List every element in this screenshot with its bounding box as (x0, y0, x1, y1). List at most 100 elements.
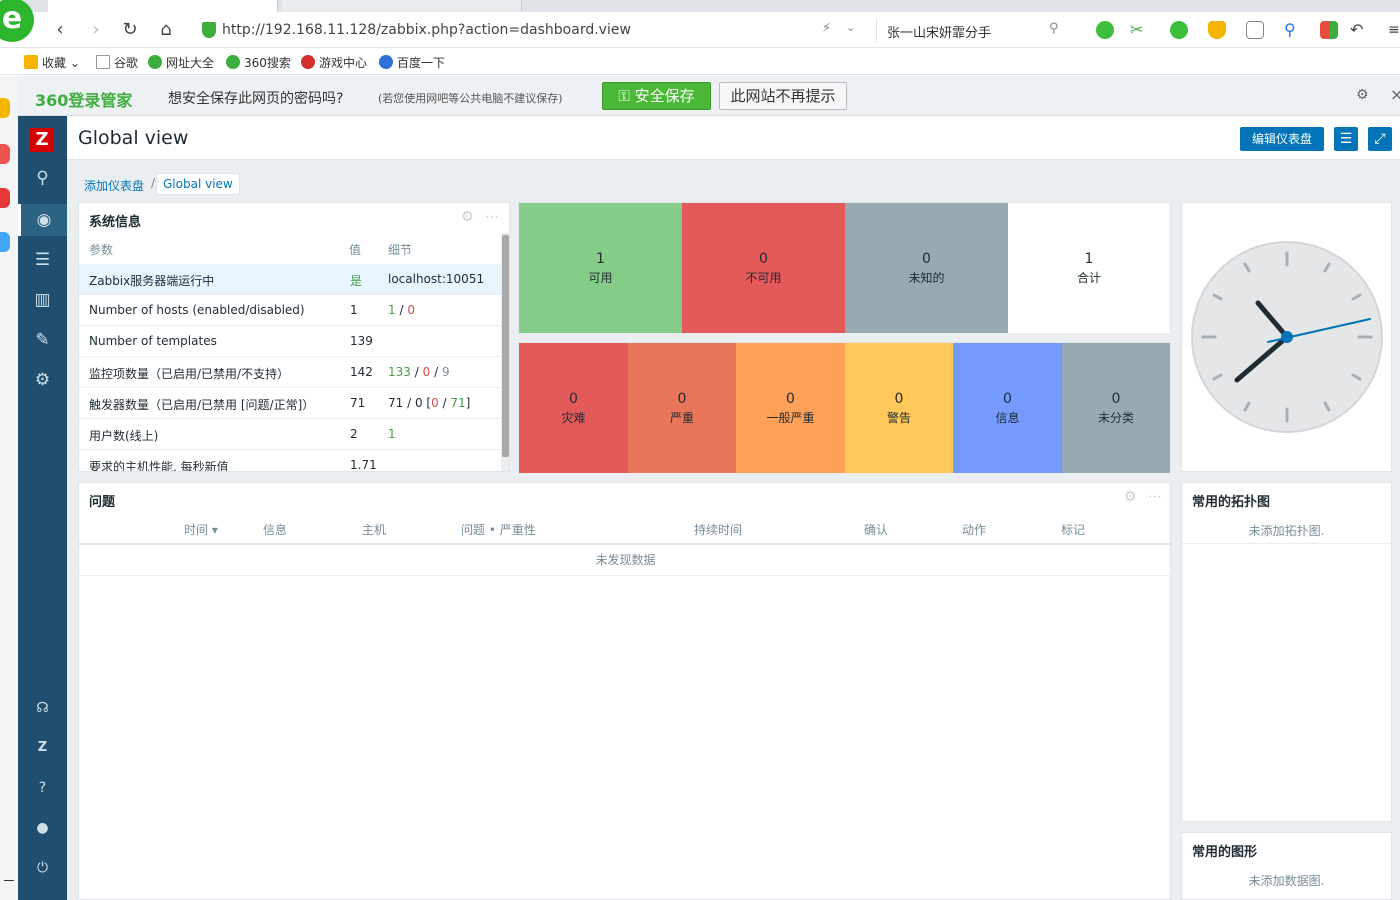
empty-message: 未添加数据图. (1248, 874, 1325, 888)
label: 可用 (588, 271, 613, 285)
favorite-maps-widget: 常用的拓扑图 未添加拓扑图. (1181, 482, 1392, 822)
back-icon[interactable]: ‹ (48, 18, 72, 42)
home-icon[interactable]: ⌂ (154, 18, 178, 42)
severity-high-cell[interactable]: 0 严重 (628, 343, 736, 473)
divider (1182, 543, 1391, 544)
chat-icon[interactable] (0, 232, 10, 252)
count: 0 (759, 251, 768, 267)
bookmark-favorites[interactable]: 收藏 ⌄ (24, 54, 80, 71)
table-row: 监控项数量（已启用/已禁用/不支持） 142 133 / 0 / 9 (79, 357, 501, 388)
support-headset-icon[interactable]: ☊ (18, 692, 67, 724)
magnifier-icon[interactable]: ⚲ (1284, 21, 1302, 39)
analog-clock (1191, 241, 1383, 433)
sidebar-app-icon[interactable] (0, 144, 10, 164)
image-icon[interactable] (1246, 21, 1264, 39)
never-for-site-button[interactable]: 此网站不再提示 (719, 82, 847, 110)
column-header: 信息 (263, 523, 288, 537)
dashboard-list-icon[interactable]: ☰ (1334, 127, 1358, 151)
search-icon[interactable]: ⚲ (1049, 21, 1059, 36)
administration-gear-icon[interactable]: ⚙ (18, 364, 67, 396)
severity-warning-cell[interactable]: 0 警告 (845, 343, 953, 473)
browser-logo-icon: e (0, 0, 34, 42)
edit-dashboard-button[interactable]: 编辑仪表盘 (1240, 127, 1324, 151)
severity-disaster-cell[interactable]: 0 灾难 (519, 343, 628, 473)
zabbix-logo[interactable]: Z (30, 128, 54, 152)
translate-icon[interactable] (1170, 21, 1188, 39)
close-icon[interactable]: × (1390, 85, 1400, 104)
configuration-wrench-icon[interactable]: ✎ (18, 324, 67, 356)
help-icon[interactable]: ? (18, 772, 67, 804)
detail-cell: 133 / 0 / 9 (388, 365, 450, 379)
widget-more-icon[interactable]: ⋯ (485, 209, 499, 225)
star-icon (24, 55, 38, 69)
label: 合计 (1076, 271, 1101, 285)
save-password-button[interactable]: ⚿ 安全保存 (602, 82, 711, 110)
count: 0 (1003, 391, 1012, 407)
bookmark-google[interactable]: 谷歌 (96, 54, 138, 71)
host-unknown-cell[interactable]: 0 未知的 (845, 203, 1008, 333)
game-icon (301, 55, 315, 69)
zabbix-sidebar: Z ⚲ ◉ ☰ ▥ ✎ ⚙ ☊ Z ? ● ⏻ (18, 116, 67, 900)
column-header: 细节 (388, 243, 413, 257)
search-input[interactable]: 张一山宋妍霏分手 (887, 22, 991, 41)
reports-chart-icon[interactable]: ▥ (18, 284, 67, 316)
monitoring-eye-icon[interactable]: ◉ (18, 204, 67, 236)
label: 信息 (995, 411, 1020, 425)
widget-more-icon[interactable]: ⋯ (1148, 489, 1162, 505)
bookmark-directory[interactable]: 网址大全 (148, 54, 214, 71)
table-row: 用户数(线上) 2 1 (79, 419, 501, 450)
bookmark-games[interactable]: 游戏中心 (301, 54, 367, 71)
breadcrumb-current[interactable]: Global view (156, 173, 240, 195)
severity-information-cell[interactable]: 0 信息 (953, 343, 1062, 473)
chevron-down-icon[interactable]: ⌄ (846, 21, 855, 34)
gear-icon[interactable]: ⚙ (1356, 87, 1369, 103)
host-available-cell[interactable]: 1 可用 (519, 203, 682, 333)
severity-not-classified-cell[interactable]: 0 未分类 (1062, 343, 1170, 473)
search-icon[interactable]: ⚲ (18, 162, 67, 194)
sidebar-app-icon[interactable] (0, 98, 10, 118)
value-cell: 是 (350, 274, 363, 288)
lightning-icon[interactable]: ⚡ (822, 21, 831, 36)
severity-average-cell[interactable]: 0 一般严重 (736, 343, 845, 473)
wechat-icon[interactable] (1096, 21, 1114, 39)
table-row: 要求的主机性能, 每秒新值 1.71 (79, 450, 501, 472)
widget-gear-icon[interactable]: ⚙ (1124, 489, 1137, 505)
breadcrumb-parent[interactable]: 添加仪表盘 (84, 177, 144, 194)
bookmark-baidu[interactable]: 百度一下 (379, 54, 445, 71)
secure-shield-icon (202, 22, 216, 38)
host-unavailable-cell[interactable]: 0 不可用 (682, 203, 845, 333)
breadcrumb-separator: / (151, 176, 156, 190)
host-total-cell[interactable]: 1 合计 (1008, 203, 1170, 333)
fullscreen-icon[interactable]: ⤢ (1368, 127, 1392, 151)
undo-icon[interactable]: ↶ (1350, 21, 1368, 39)
menu-icon[interactable]: ≡ (1388, 21, 1400, 39)
share-z-icon[interactable]: Z (18, 732, 67, 764)
detail-cell: localhost:10051 (388, 272, 485, 286)
forward-icon[interactable]: › (84, 18, 108, 42)
inventory-list-icon[interactable]: ☰ (18, 244, 67, 276)
column-header: 主机 (362, 523, 387, 537)
address-bar[interactable]: http://192.168.11.128/zabbix.php?action=… (196, 18, 866, 42)
reload-icon[interactable]: ↻ (118, 18, 142, 42)
problems-by-severity-widget: 0 灾难 0 严重 0 一般严重 0 警告 0 信息 0 未分类 (518, 342, 1171, 473)
scissors-icon[interactable]: ✂ (1130, 21, 1148, 39)
bookmark-360search[interactable]: 360搜索 (226, 54, 291, 71)
browser-tab[interactable] (282, 0, 522, 12)
sign-out-icon[interactable]: ⏻ (18, 852, 67, 884)
apps-icon[interactable] (1320, 21, 1338, 39)
label: 不可用 (745, 271, 782, 285)
user-profile-icon[interactable]: ● (18, 812, 67, 844)
widget-gear-icon[interactable]: ⚙ (461, 209, 474, 225)
coupon-icon[interactable] (1208, 21, 1226, 39)
scrollbar-thumb[interactable] (502, 235, 509, 457)
value-cell: 71 (350, 396, 366, 410)
browser-nav-bar: e ‹ › ↻ ⌂ http://192.168.11.128/zabbix.p… (0, 0, 1400, 48)
value-cell: 1.71 (350, 458, 377, 472)
column-header-time[interactable]: 时间 ▾ (184, 521, 218, 538)
column-header: 值 (349, 243, 362, 257)
no-data-message: 未发现数据 (79, 545, 1172, 576)
weibo-icon[interactable] (0, 188, 10, 208)
count: 0 (677, 391, 687, 407)
browser-tab-active[interactable] (48, 0, 278, 12)
search-box[interactable]: 张一山宋妍霏分手 ⚲ (876, 18, 1076, 42)
